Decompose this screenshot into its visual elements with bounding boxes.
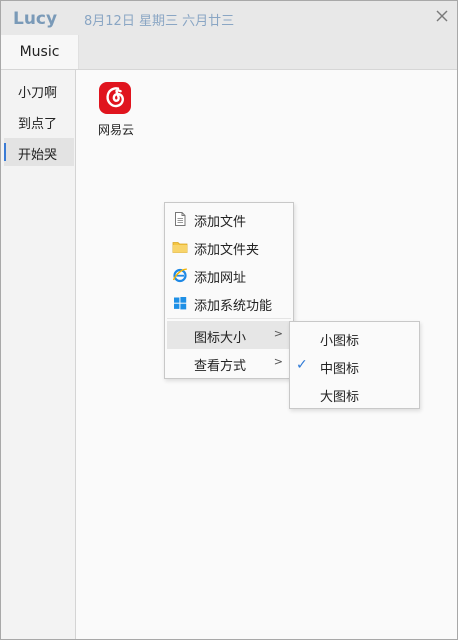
menu-item-label: 添加系统功能: [194, 299, 273, 314]
app-title: Lucy: [13, 9, 58, 29]
submenu-item-label: 中图标: [320, 362, 360, 377]
tab-bar: Music: [1, 35, 457, 70]
sidebar-item-label: 开始哭: [18, 148, 58, 163]
menu-item-add-system-function[interactable]: 添加系统功能: [167, 289, 291, 317]
folder-icon: [172, 242, 188, 253]
close-icon: [436, 10, 448, 22]
context-menu: 添加文件 添加文件夹 添加网址 添加系统功能 图标大小 > 查看方式 >: [164, 202, 294, 379]
sidebar-item-xiaodaoa[interactable]: 小刀啊: [4, 76, 74, 104]
menu-item-label: 添加文件夹: [194, 243, 260, 258]
ie-browser-icon: [172, 268, 187, 283]
windows-icon: [174, 297, 187, 310]
submenu-arrow-icon: >: [273, 327, 283, 340]
tab-music[interactable]: Music: [1, 35, 79, 69]
menu-item-label: 添加网址: [194, 271, 247, 286]
menu-item-label: 查看方式: [194, 359, 247, 374]
menu-item-add-folder[interactable]: 添加文件夹: [167, 233, 291, 261]
menu-separator: [167, 318, 291, 319]
file-icon: [175, 212, 186, 226]
date-text: 8月12日 星期三 六月廿三: [84, 14, 235, 29]
submenu-item-medium-icon[interactable]: ✓ 中图标: [292, 352, 417, 380]
submenu-item-small-icon[interactable]: 小图标: [292, 324, 417, 352]
submenu-arrow-icon: >: [273, 355, 283, 368]
menu-item-add-file[interactable]: 添加文件: [167, 205, 291, 233]
app-name: 网易云: [97, 123, 134, 137]
menu-item-add-url[interactable]: 添加网址: [167, 261, 291, 289]
submenu-item-label: 大图标: [320, 390, 360, 405]
checkmark-icon: ✓: [296, 357, 308, 373]
close-button[interactable]: [431, 5, 453, 27]
submenu-item-label: 小图标: [320, 334, 360, 349]
menu-item-view-mode[interactable]: 查看方式 >: [167, 349, 291, 377]
sidebar-item-daodianle[interactable]: 到点了: [4, 107, 74, 135]
sidebar-item-label: 到点了: [18, 117, 58, 132]
icon-size-submenu: 小图标 ✓ 中图标 大图标: [289, 321, 420, 409]
sidebar-item-label: 小刀啊: [18, 86, 58, 101]
sidebar-item-kaishiku[interactable]: 开始哭: [4, 138, 74, 166]
submenu-item-large-icon[interactable]: 大图标: [292, 380, 417, 408]
tab-label: Music: [19, 44, 60, 60]
menu-item-label: 添加文件: [194, 215, 247, 230]
menu-item-label: 图标大小: [194, 331, 247, 346]
sidebar: 小刀啊 到点了 开始哭: [1, 70, 76, 639]
app-shortcut-netease[interactable]: 网易云: [93, 80, 139, 140]
title-bar: Lucy 8月12日 星期三 六月廿三: [1, 1, 457, 35]
menu-item-icon-size[interactable]: 图标大小 >: [167, 321, 291, 349]
selection-indicator: [4, 143, 6, 161]
netease-cloud-music-icon: [99, 82, 131, 114]
